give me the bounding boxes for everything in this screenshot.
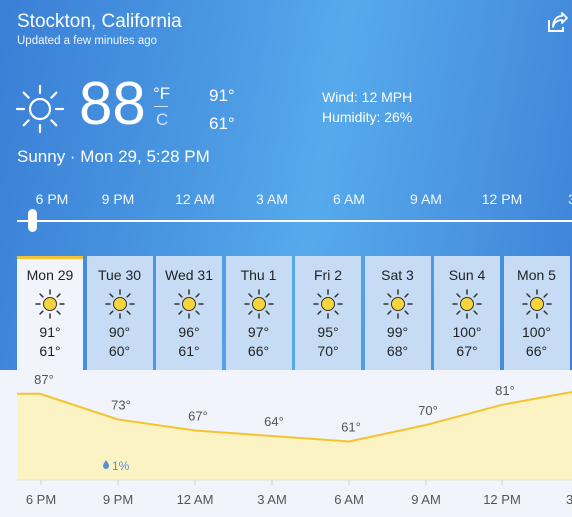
location-title: Stockton, California	[17, 11, 182, 32]
sun-icon	[243, 289, 274, 319]
day-card-wed-31[interactable]: Wed 31 96° 61°	[156, 256, 222, 370]
sun-icon	[521, 289, 552, 319]
timeline-tick-label: 12 PM	[481, 191, 523, 207]
timeline-tick-label: 3	[568, 191, 572, 207]
share-icon[interactable]	[546, 12, 568, 34]
unit-divider	[154, 106, 168, 107]
humidity: Humidity: 26%	[322, 109, 413, 125]
x-axis-label: 12 PM	[483, 492, 521, 507]
temperature-label: 81°	[495, 383, 515, 398]
temperature-label: 64°	[264, 414, 284, 429]
day-name: Fri 2	[314, 267, 342, 283]
x-axis-label: 12 AM	[177, 492, 214, 507]
day-name: Sun 4	[448, 267, 486, 283]
day-card-mon-5[interactable]: Mon 5 100° 66°	[503, 256, 570, 370]
day-card-mon-29[interactable]: Mon 29 91° 61°	[17, 256, 83, 370]
timeline-tick-label: 9 AM	[410, 191, 442, 207]
day-high: 95°	[317, 324, 339, 340]
day-high: 97°	[247, 324, 270, 340]
temperature-label: 87°	[34, 372, 54, 387]
x-axis-label: 9 AM	[411, 492, 441, 507]
today-low: 61°	[209, 114, 235, 133]
hourly-temperature-chart: 87° 73° 67° 64° 61° 70° 81° 6 PM 9 PM 12 AM 3 AM 6 …	[17, 372, 572, 507]
wind-speed: Wind: 12 MPH	[322, 89, 413, 105]
temperature-label: 73°	[111, 398, 131, 413]
x-axis-label: 9 PM	[103, 492, 133, 507]
day-low: 70°	[317, 343, 339, 359]
day-card-sun-4[interactable]: Sun 4 100° 67°	[434, 256, 500, 370]
day-card-tue-30[interactable]: Tue 30 90° 60°	[86, 256, 153, 370]
day-name: Mon 5	[517, 267, 556, 283]
day-high: 91°	[39, 324, 61, 340]
day-name: Wed 31	[165, 267, 213, 283]
day-low: 68°	[386, 343, 409, 359]
sun-icon	[104, 289, 135, 319]
day-low: 60°	[108, 343, 131, 359]
sun-icon	[313, 289, 343, 319]
day-low: 61°	[39, 343, 61, 359]
day-card-fri-2[interactable]: Fri 2 95° 70°	[295, 256, 361, 370]
day-high: 90°	[108, 324, 131, 340]
x-axis-label: 6 AM	[334, 492, 364, 507]
sun-icon	[15, 84, 65, 134]
updated-status: Updated a few minutes ago	[17, 35, 158, 47]
temperature-label: 70°	[418, 403, 438, 418]
timeline-tick-label: 3 AM	[256, 191, 288, 207]
day-high: 99°	[386, 324, 409, 340]
day-high: 96°	[178, 324, 200, 340]
temperature-label: 61°	[341, 420, 361, 435]
timeline-tick-label: 9 PM	[101, 191, 135, 207]
day-card-thu-1[interactable]: Thu 1 97° 66°	[225, 256, 292, 370]
day-high: 100°	[522, 324, 551, 340]
current-weather-panel: Stockton, California Updated a few minut…	[0, 0, 572, 370]
day-card-sat-3[interactable]: Sat 3 99° 68°	[364, 256, 431, 370]
x-axis-label: 3 AM	[257, 492, 287, 507]
unit-celsius-toggle[interactable]: C	[156, 110, 168, 130]
day-name: Thu 1	[240, 267, 277, 283]
sun-icon	[452, 289, 482, 319]
day-low: 66°	[247, 343, 270, 359]
timeline-tick-label: 6 PM	[35, 191, 69, 207]
temperature-label: 67°	[188, 409, 208, 424]
precipitation-label: 1%	[112, 459, 130, 473]
day-low: 67°	[456, 343, 478, 359]
timeline-tick-label: 12 AM	[175, 191, 215, 207]
temperature-area	[17, 392, 572, 480]
day-name: Sat 3	[381, 267, 414, 283]
daily-forecast: Mon 29 91° 61° Tue 30 90° 60° Wed 31 96° 61° Thu …	[17, 256, 572, 370]
current-temperature: 88	[79, 70, 146, 137]
sun-icon	[382, 289, 413, 319]
condition-and-time: Sunny · Mon 29, 5:28 PM	[17, 147, 210, 166]
day-name: Tue 30	[97, 267, 142, 283]
timeline-slider-track[interactable]	[17, 220, 572, 222]
sun-icon	[35, 289, 65, 319]
day-low: 66°	[525, 343, 548, 359]
timeline-slider-thumb[interactable]	[28, 209, 37, 232]
sun-icon	[174, 289, 204, 319]
day-low: 61°	[178, 343, 200, 359]
day-name: Mon 29	[26, 267, 74, 283]
timeline-tick-label: 6 AM	[333, 191, 365, 207]
x-axis-label: 6 PM	[26, 492, 56, 507]
today-high: 91°	[209, 86, 235, 105]
x-axis-label: 3	[566, 492, 572, 507]
day-high: 100°	[452, 324, 482, 340]
unit-fahrenheit-toggle[interactable]: °F	[153, 84, 170, 104]
